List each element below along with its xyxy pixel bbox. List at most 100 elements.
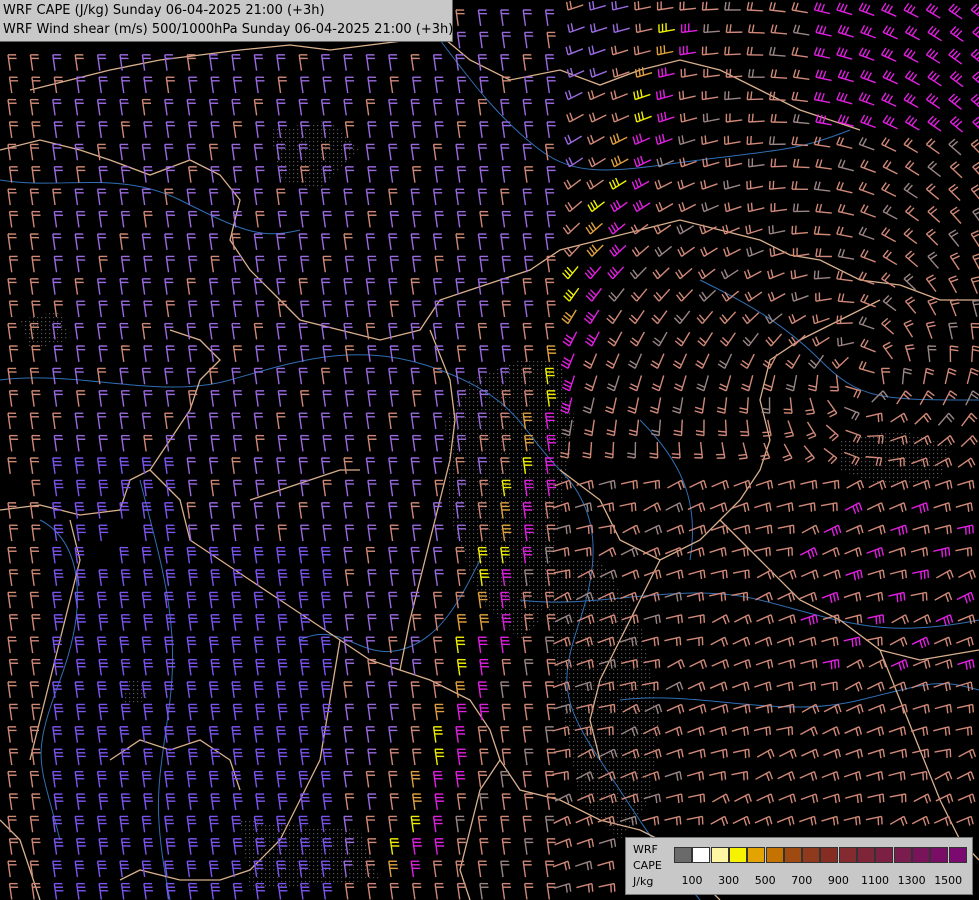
- wind-barb: [412, 479, 422, 497]
- wind-barb: [76, 300, 86, 318]
- wind-barb: [584, 375, 598, 392]
- wind-barb: [456, 300, 467, 318]
- wind-barb: [652, 331, 668, 347]
- wind-barb: [501, 300, 511, 318]
- wind-barb: [695, 419, 705, 437]
- wind-barb: [801, 748, 819, 759]
- wind-barb: [524, 300, 534, 318]
- wind-barb: [96, 636, 107, 654]
- wind-barb: [546, 76, 556, 94]
- wind-barb: [673, 310, 691, 325]
- wind-barb: [524, 166, 534, 183]
- wind-barb: [782, 443, 793, 462]
- wind-barb: [748, 113, 765, 123]
- wind-barb: [972, 207, 979, 225]
- wind-barb: [8, 524, 19, 542]
- wind-barb: [711, 479, 730, 490]
- wind-barb: [165, 524, 176, 542]
- wind-barb: [188, 121, 198, 138]
- wind-barb: [845, 703, 864, 714]
- wind-barb: [562, 222, 581, 235]
- wind-barb: [479, 658, 489, 676]
- wind-barb: [7, 726, 17, 743]
- wind-barb: [477, 681, 488, 698]
- wind-barb: [710, 703, 729, 714]
- wind-barb: [389, 569, 399, 586]
- wind-barb: [608, 177, 627, 190]
- wind-barb: [860, 114, 876, 129]
- wind-barb: [320, 188, 331, 206]
- wind-barb: [389, 882, 399, 900]
- wind-barb: [344, 166, 355, 183]
- legend-swatch: [765, 847, 784, 863]
- wind-barb: [522, 188, 532, 206]
- legend-unit-label: J/kg: [633, 875, 654, 888]
- wind-barb: [255, 479, 265, 497]
- wind-barb: [544, 770, 555, 788]
- wind-barb: [697, 268, 716, 280]
- wind-barb: [143, 121, 153, 138]
- wind-barb: [300, 524, 310, 542]
- wind-barb: [232, 390, 243, 407]
- wind-barb: [664, 770, 683, 781]
- wind-barb: [388, 681, 398, 698]
- wind-barb: [587, 199, 605, 213]
- wind-barb: [546, 31, 556, 49]
- wind-barb: [689, 658, 708, 670]
- wind-barb: [389, 255, 399, 273]
- terrain-relief: [120, 680, 150, 705]
- wind-barb: [98, 703, 109, 721]
- wind-barb: [231, 143, 241, 161]
- wind-barb: [29, 412, 39, 430]
- wind-barb: [208, 54, 219, 71]
- wind-barb: [389, 658, 399, 676]
- wind-barb: [756, 793, 775, 804]
- wind-barb: [165, 748, 176, 766]
- wind-barb: [927, 115, 942, 132]
- wind-barb: [231, 367, 241, 385]
- wind-barb: [655, 133, 673, 146]
- wind-barb: [7, 860, 17, 878]
- wind-barb: [277, 255, 287, 273]
- wind-barb: [455, 188, 465, 206]
- wind-barb: [298, 322, 308, 340]
- wind-barb: [143, 300, 153, 318]
- wind-barb: [792, 203, 810, 213]
- wind-barb: [96, 278, 107, 295]
- wind-barb: [820, 502, 838, 512]
- legend-tick-label: 500: [754, 874, 776, 887]
- wind-barb: [865, 412, 883, 423]
- wind-barb: [388, 233, 398, 250]
- wind-barb: [412, 300, 422, 318]
- wind-barb: [949, 206, 962, 224]
- wind-barb: [746, 46, 764, 56]
- wind-barb: [821, 815, 839, 826]
- wind-barb: [389, 210, 399, 228]
- wind-barb: [119, 54, 129, 71]
- wind-barb: [583, 353, 598, 369]
- wind-barb: [343, 188, 353, 206]
- wind-barb: [343, 367, 353, 385]
- wind-barb: [367, 76, 377, 94]
- wind-barb: [31, 390, 41, 407]
- wind-barb: [164, 143, 174, 161]
- wind-barb: [733, 658, 752, 669]
- wind-barb: [658, 23, 675, 34]
- wind-barb: [654, 245, 673, 257]
- wind-barb: [524, 121, 534, 138]
- wind-barb: [723, 246, 741, 258]
- wind-barb: [822, 614, 841, 624]
- wind-barb: [904, 160, 920, 176]
- wind-barb: [910, 546, 929, 557]
- wind-barb: [679, 1, 696, 11]
- wind-barb: [524, 838, 534, 855]
- wind-barb: [778, 793, 797, 804]
- wind-barb: [524, 76, 534, 94]
- wind-barb: [29, 143, 39, 161]
- wind-barb: [7, 681, 17, 698]
- wind-barb: [143, 479, 153, 497]
- wind-barb: [770, 24, 788, 35]
- wind-barb: [949, 161, 963, 179]
- wind-barb: [120, 614, 131, 631]
- wind-barb: [277, 390, 287, 407]
